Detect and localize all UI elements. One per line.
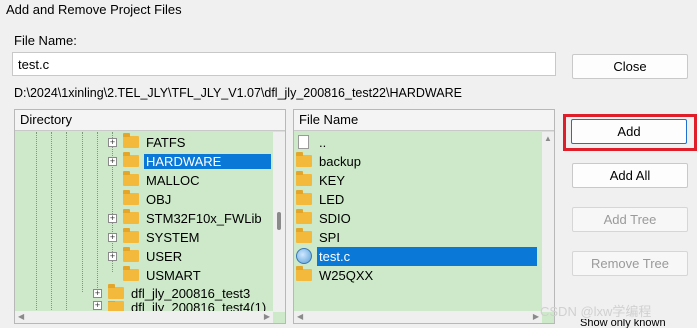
file-item-sdio[interactable]: SDIO	[296, 209, 353, 228]
tree-item-label: dfl_jly_200816_test4(1)	[131, 301, 267, 311]
file-item-label: test.c	[317, 247, 537, 266]
directory-header[interactable]: Directory	[15, 110, 285, 131]
tree-item-usmart[interactable]: USMART	[107, 266, 203, 285]
tree-item-hardware[interactable]: + HARDWARE	[107, 152, 272, 171]
file-item-label: SDIO	[319, 211, 351, 226]
add-tree-button[interactable]: Add Tree	[572, 207, 688, 232]
folder-icon	[123, 209, 139, 224]
tree-guide-line	[51, 132, 52, 312]
tree-guide-line	[82, 132, 83, 292]
tree-item-stm32f10x-fwlib[interactable]: + STM32F10x_FWLib	[107, 209, 264, 228]
folder-icon	[296, 228, 312, 243]
tree-guide-line	[97, 132, 98, 290]
file-vertical-scrollbar[interactable]: ▲	[542, 132, 554, 312]
file-name-header[interactable]: File Name	[294, 110, 554, 131]
file-list-pane[interactable]: File Name .. backup KEY LED SDIO SPI tes…	[293, 109, 555, 324]
folder-icon	[123, 247, 139, 262]
scroll-left-icon[interactable]: ◀	[297, 312, 303, 321]
scrollbar-thumb[interactable]	[277, 212, 281, 230]
watermark: CSDN @lxw学编程	[540, 304, 652, 319]
file-item-label: KEY	[319, 173, 346, 188]
expand-icon[interactable]: +	[108, 157, 117, 166]
tree-item-label: FATFS	[146, 135, 186, 150]
folder-icon	[123, 171, 139, 186]
tree-item-label: SYSTEM	[146, 230, 200, 245]
tree-item-label: STM32F10x_FWLib	[146, 211, 262, 226]
tree-item-label: MALLOC	[146, 173, 200, 188]
file-item-test-c[interactable]: test.c	[296, 247, 538, 266]
folder-icon	[296, 152, 312, 167]
directory-vertical-scrollbar[interactable]	[273, 132, 285, 312]
file-item-backup[interactable]: backup	[296, 152, 363, 171]
folder-icon	[296, 190, 312, 205]
tree-guide-line	[36, 132, 37, 312]
file-item-led[interactable]: LED	[296, 190, 346, 209]
tree-item-label: OBJ	[146, 192, 172, 207]
remove-tree-button[interactable]: Remove Tree	[572, 251, 688, 276]
file-item-spi[interactable]: SPI	[296, 228, 342, 247]
scroll-up-icon[interactable]: ▲	[544, 134, 552, 143]
close-button[interactable]: Close	[572, 54, 688, 79]
tree-item-label: dfl_jly_200816_test3	[131, 286, 251, 301]
file-item-key[interactable]: KEY	[296, 171, 347, 190]
folder-icon	[123, 152, 139, 167]
expand-icon[interactable]: +	[108, 138, 117, 147]
expand-icon[interactable]: +	[93, 289, 102, 298]
document-icon	[298, 135, 309, 149]
tree-item-obj[interactable]: OBJ	[107, 190, 173, 209]
file-item-label: LED	[319, 192, 345, 207]
folder-icon	[123, 228, 139, 243]
tree-item-fatfs[interactable]: + FATFS	[107, 133, 187, 152]
folder-icon	[108, 301, 124, 311]
add-button[interactable]: Add	[571, 119, 687, 144]
file-name-label: File Name:	[14, 33, 77, 48]
tree-item-label: HARDWARE	[144, 154, 272, 169]
folder-icon	[123, 190, 139, 205]
file-name-input[interactable]	[12, 52, 556, 76]
file-item-parent[interactable]: ..	[296, 133, 328, 152]
scroll-right-icon[interactable]: ▶	[533, 312, 539, 321]
c-file-icon	[296, 248, 312, 264]
tree-item-system[interactable]: + SYSTEM	[107, 228, 201, 247]
file-item-label: ..	[319, 135, 327, 150]
scroll-right-icon[interactable]: ▶	[264, 312, 270, 321]
expand-icon[interactable]: +	[108, 214, 117, 223]
file-item-label: W25QXX	[319, 268, 374, 283]
expand-icon[interactable]: +	[108, 252, 117, 261]
folder-icon	[123, 133, 139, 148]
directory-horizontal-scrollbar[interactable]: ◀ ▶	[15, 311, 273, 323]
add-all-button[interactable]: Add All	[572, 163, 688, 188]
expand-icon[interactable]: +	[93, 301, 102, 310]
folder-icon	[108, 284, 124, 299]
scroll-left-icon[interactable]: ◀	[18, 312, 24, 321]
directory-pane[interactable]: Directory + FATFS + HARDWARE MALLOC OBJ …	[14, 109, 286, 324]
tree-item-label: USMART	[146, 268, 201, 283]
tree-item-user[interactable]: + USER	[107, 247, 184, 266]
file-horizontal-scrollbar[interactable]: ◀ ▶	[294, 311, 542, 323]
tree-guide-line	[66, 132, 67, 312]
folder-icon	[296, 266, 312, 281]
folder-icon	[296, 171, 312, 186]
show-only-known-label: Show only known	[580, 319, 666, 328]
tree-item-label: USER	[146, 249, 183, 264]
folder-icon	[296, 209, 312, 224]
file-item-w25qxx[interactable]: W25QXX	[296, 266, 375, 285]
file-item-label: SPI	[319, 230, 340, 245]
current-path: D:\2024\1xinling\2.TEL_JLY\TFL_JLY_V1.07…	[14, 86, 462, 100]
tree-item-malloc[interactable]: MALLOC	[107, 171, 201, 190]
expand-icon[interactable]: +	[108, 233, 117, 242]
window-title: Add and Remove Project Files	[0, 0, 697, 22]
file-item-label: backup	[319, 154, 361, 169]
folder-icon	[123, 266, 139, 281]
tree-item-dfl-jly-test4[interactable]: + dfl_jly_200816_test4(1)	[92, 301, 268, 311]
